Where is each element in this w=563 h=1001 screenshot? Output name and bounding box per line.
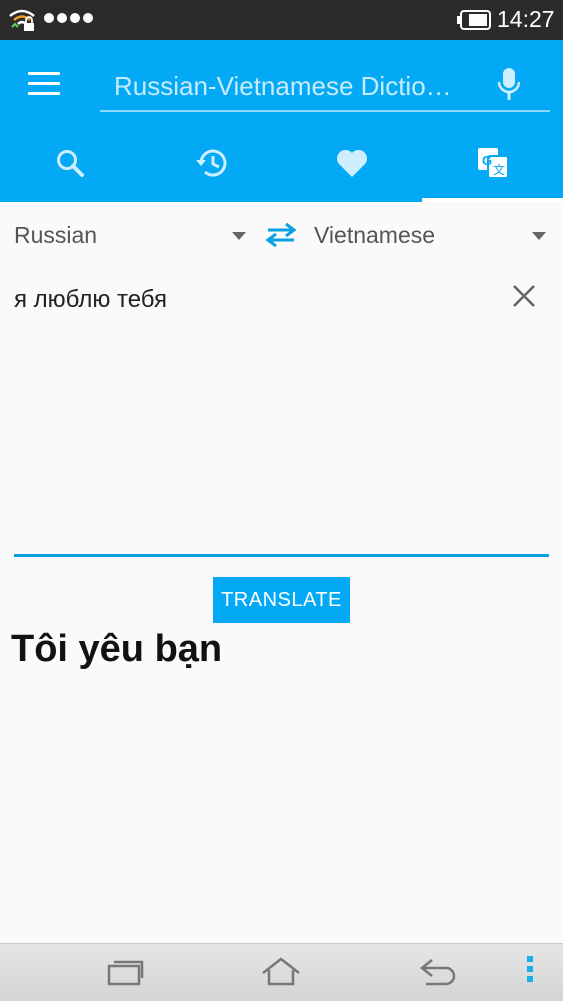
svg-text:G: G xyxy=(482,153,492,168)
tab-bar: G 文 xyxy=(0,124,563,202)
tab-history[interactable] xyxy=(141,124,282,202)
translate-button[interactable]: TRANSLATE xyxy=(213,577,350,623)
input-divider xyxy=(14,554,549,557)
target-language-select[interactable]: Vietnamese xyxy=(314,214,550,254)
language-row: Russian Vietnamese xyxy=(0,208,563,264)
status-bar: 14:27 xyxy=(0,0,563,40)
app-bar: G 文 xyxy=(0,40,563,202)
target-language-label: Vietnamese xyxy=(314,222,436,248)
close-icon[interactable] xyxy=(511,283,537,309)
chevron-down-icon xyxy=(232,232,246,240)
search-icon xyxy=(57,150,85,177)
swap-languages-icon[interactable] xyxy=(264,222,298,248)
source-language-select[interactable]: Russian xyxy=(14,214,250,254)
translation-result: Tôi yêu bạn xyxy=(11,628,223,670)
tab-translate[interactable]: G 文 xyxy=(422,124,563,202)
hamburger-menu-icon[interactable] xyxy=(28,72,60,98)
history-icon xyxy=(196,149,227,177)
microphone-icon[interactable] xyxy=(496,66,522,102)
battery-icon xyxy=(457,10,491,30)
tab-search[interactable] xyxy=(0,124,141,202)
translate-icon: G 文 xyxy=(477,148,509,179)
svg-text:文: 文 xyxy=(493,162,505,177)
wifi-lock-icon xyxy=(9,9,35,31)
source-text-input[interactable]: я люблю тебя xyxy=(14,282,474,532)
search-input[interactable] xyxy=(112,68,486,104)
tab-favorites[interactable] xyxy=(282,124,423,202)
back-icon[interactable] xyxy=(418,956,458,988)
recent-apps-icon[interactable] xyxy=(106,956,144,988)
signal-strength-icon xyxy=(44,13,93,23)
overflow-menu-icon[interactable] xyxy=(527,956,533,986)
home-icon[interactable] xyxy=(260,956,302,988)
heart-icon xyxy=(336,149,367,177)
search-box xyxy=(100,62,550,112)
status-clock: 14:27 xyxy=(497,6,555,32)
system-nav-bar xyxy=(0,943,563,1001)
chevron-down-icon xyxy=(532,232,546,240)
source-language-label: Russian xyxy=(14,222,98,248)
